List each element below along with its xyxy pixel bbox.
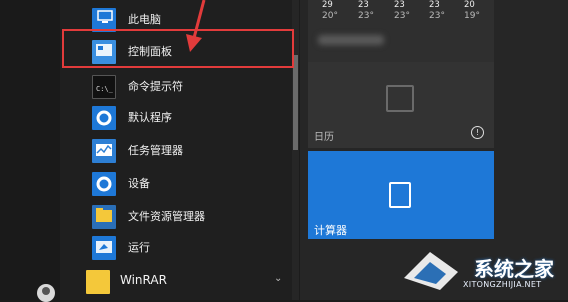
watermark-url: XITONGZHIJIA.NET — [463, 280, 542, 289]
weather-temp-5: 19° — [464, 11, 480, 21]
weather-temp-1: 20° — [322, 11, 338, 21]
weather-top-2: 23 — [358, 0, 369, 10]
weather-temp-4: 23° — [429, 11, 445, 21]
calculator-label: 计算器 — [314, 224, 347, 237]
highlight-box — [62, 29, 294, 68]
weather-top-3: 23 — [394, 0, 405, 10]
weather-top-1: 29 — [322, 0, 333, 10]
info-badge-icon: ! — [471, 126, 484, 139]
list-scrollbar-thumb[interactable] — [293, 55, 298, 150]
weather-top-5: 20 — [464, 0, 475, 10]
weather-temp-2: 23° — [358, 11, 374, 21]
svg-text:C:\_: C:\_ — [96, 85, 114, 93]
calculator-icon — [389, 182, 411, 208]
watermark-name: 系统之家 — [474, 257, 554, 281]
calendar-icon — [386, 85, 414, 112]
calendar-label: 日历 — [314, 132, 334, 143]
red-arrow-icon — [186, 0, 206, 52]
weather-location-blurred — [318, 35, 384, 45]
weather-top-4: 23 — [429, 0, 440, 10]
weather-temp-3: 23° — [394, 11, 410, 21]
